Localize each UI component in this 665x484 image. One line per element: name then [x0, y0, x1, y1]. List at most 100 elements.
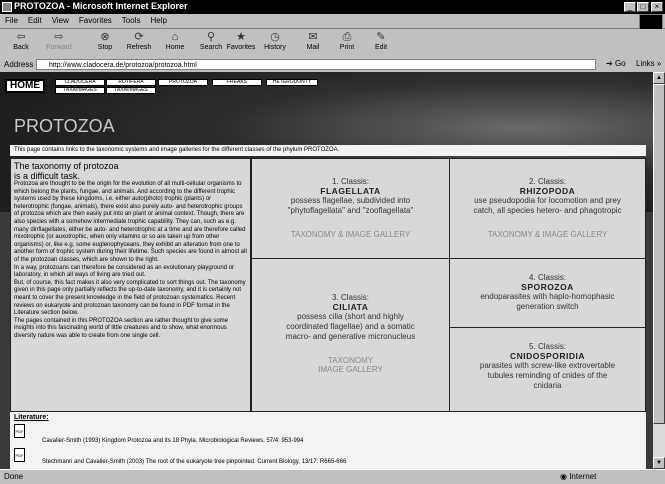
intro-subheading: is a difficult task. [14, 171, 80, 181]
menu-help[interactable]: Help [145, 14, 171, 28]
search-button[interactable]: ⚲ Search [194, 29, 228, 57]
address-input[interactable]: http://www.cladocera.de/protozoa/protozo… [36, 59, 596, 70]
menu-edit[interactable]: Edit [23, 14, 47, 28]
menu-bar: File Edit View Favorites Tools Help [0, 14, 665, 29]
nav-cladocera[interactable]: CLADOCERA [55, 79, 105, 86]
go-label: Go [614, 59, 626, 68]
status-bar: Done ◉ Internet [0, 469, 665, 484]
status-text: Done [4, 472, 24, 481]
class-number: 3. Classis: [332, 293, 369, 302]
links-label: Links [636, 59, 655, 68]
literature-heading: Literature: [14, 414, 49, 421]
nav-heterodonty[interactable]: HETERODONTY [266, 79, 318, 86]
class-sporozoa-cell: 4. Classis: SPOROZOA endoparasites with … [449, 258, 646, 328]
class-desc: coordinated flagellae) and a somatic [286, 322, 415, 331]
nav-cladocera-taxa[interactable]: TAXA/IMAGES [55, 87, 105, 94]
back-button[interactable]: ⇦ Back [4, 29, 38, 57]
toolbar-label: Mail [306, 44, 320, 51]
pdf-icon[interactable]: PDF [14, 448, 25, 462]
toolbar-label: History [264, 44, 286, 51]
reference-link[interactable]: Stechmann and Cavalier-Smith (2003) The … [42, 459, 346, 465]
address-bar: Address http://www.cladocera.de/protozoa… [0, 58, 665, 73]
menu-favorites[interactable]: Favorites [74, 14, 117, 28]
history-icon: ◷ [270, 31, 280, 43]
refresh-icon: ⟳ [134, 31, 144, 43]
close-button[interactable]: × [651, 2, 663, 12]
nav-rotifera-taxa[interactable]: TAXA/IMAGES [106, 87, 156, 94]
favorites-button[interactable]: ★ Favorites [224, 29, 258, 57]
forward-button[interactable]: ⇨ Forward [42, 29, 76, 57]
pdf-icon[interactable]: PDF [14, 424, 25, 438]
class-name: RHIZOPODA [519, 186, 576, 196]
intro-body: Protozoa are thought to be the origin fo… [14, 181, 247, 340]
mail-icon: ✉ [308, 31, 318, 43]
class-rhizopoda-cell: 2. Classis: RHIZOPODA use pseudopodia fo… [449, 158, 646, 259]
toolbar-label: Stop [97, 44, 113, 51]
mail-button[interactable]: ✉ Mail [296, 29, 330, 57]
back-arrow-icon: ⇦ [16, 31, 26, 43]
favorites-icon: ★ [236, 31, 246, 43]
class-name: CNIDOSPORIDIA [510, 351, 585, 361]
class-desc: parasites with screw-like extrovertable [479, 361, 616, 370]
menu-file[interactable]: File [0, 14, 23, 28]
menu-tools[interactable]: Tools [117, 14, 146, 28]
ie-app-icon [2, 2, 12, 12]
class-ciliata-cell: 3. Classis: CILIATA possess cilia (short… [251, 258, 450, 412]
stop-icon: ⊗ [100, 31, 110, 43]
flagellata-gallery-link[interactable]: TAXONOMY & IMAGE GALLERY [252, 230, 449, 239]
class-number: 2. Classis: [529, 177, 566, 186]
maximize-button[interactable]: □ [637, 2, 649, 12]
class-desc: use pseudopodia for locomotion and prey [474, 196, 621, 205]
edit-button[interactable]: ✎ Edit [364, 29, 398, 57]
intro-paragraph: In a way, protozoans can therefore be co… [14, 264, 235, 279]
scroll-up-arrow-icon[interactable]: ▲ [653, 72, 665, 84]
ciliata-gallery-link[interactable]: IMAGE GALLERY [252, 365, 449, 374]
toolbar-label: Back [13, 44, 29, 51]
refresh-button[interactable]: ⟳ Refresh [122, 29, 156, 57]
class-desc: "phytoflagellata" and "zooflagellata" [287, 206, 414, 215]
nav-rotifera[interactable]: ROTIFERA [106, 79, 156, 86]
info-text: This page contains links to the taxonomi… [10, 145, 646, 156]
class-flagellata-cell: 1. Classis: FLAGELLATA possess flagellae… [251, 158, 450, 259]
scroll-thumb[interactable] [653, 84, 665, 424]
search-icon: ⚲ [206, 31, 216, 43]
links-button[interactable]: Links » [636, 59, 661, 68]
minimize-button[interactable]: _ [624, 2, 636, 12]
class-name: CILIATA [332, 302, 369, 312]
vertical-scrollbar[interactable]: ▲ ▼ [653, 72, 665, 469]
class-desc: endoparasites with haplo-homophasic [480, 292, 615, 301]
address-url: http://www.cladocera.de/protozoa/protozo… [49, 62, 197, 69]
class-number: 1. Classis: [332, 177, 369, 186]
nav-freaks[interactable]: FREAKS [212, 79, 262, 86]
toolbar-label: Refresh [126, 44, 152, 51]
toolbar-label: Print [339, 44, 355, 51]
toolbar-label: Search [199, 44, 223, 51]
reference-link[interactable]: Cavalier-Smith (1993) Kingdom Protozoa a… [42, 438, 303, 444]
go-button[interactable]: ➔ Go [606, 59, 626, 68]
class-name: FLAGELLATA [320, 186, 381, 196]
home-button[interactable]: ⌂ Home [158, 29, 192, 57]
ciliata-taxonomy-link[interactable]: TAXONOMY [252, 356, 449, 365]
history-button[interactable]: ◷ History [258, 29, 292, 57]
class-desc: cnidaria [533, 381, 562, 390]
rhizopoda-gallery-link[interactable]: TAXONOMY & IMAGE GALLERY [450, 230, 645, 239]
literature-section: Literature: PDF Cavalier-Smith (1993) Ki… [10, 412, 646, 469]
toolbar: ⇦ Back ⇨ Forward ⊗ Stop ⟳ Refresh ⌂ Home ⚲ Search ★ F… [0, 29, 665, 59]
print-button[interactable]: ⎙ Print [330, 29, 364, 57]
menu-view[interactable]: View [47, 14, 74, 28]
window-title: PROTOZOA - Microsoft Internet Explorer [14, 1, 188, 11]
intro-panel: The taxonomy of protozoa is a difficult … [10, 158, 251, 412]
class-desc: possess cilia (short and highly [297, 312, 404, 321]
scroll-down-arrow-icon[interactable]: ▼ [653, 457, 665, 469]
class-number: 5. Classis: [529, 342, 566, 351]
toolbar-label: Forward [46, 44, 72, 51]
toolbar-label: Favorites [226, 44, 256, 51]
home-nav-button[interactable]: HOME [5, 79, 45, 93]
stop-button[interactable]: ⊗ Stop [88, 29, 122, 57]
toolbar-label: Edit [374, 44, 388, 51]
nav-protozoa[interactable]: PROTOZOA [158, 79, 208, 86]
class-cnidosporidia-cell: 5. Classis: CNIDOSPORIDIA parasites with… [449, 327, 646, 412]
class-desc: tubules reminding of cnides of the [487, 371, 608, 380]
zone-label: Internet [569, 472, 597, 481]
home-icon: ⌂ [171, 31, 179, 43]
